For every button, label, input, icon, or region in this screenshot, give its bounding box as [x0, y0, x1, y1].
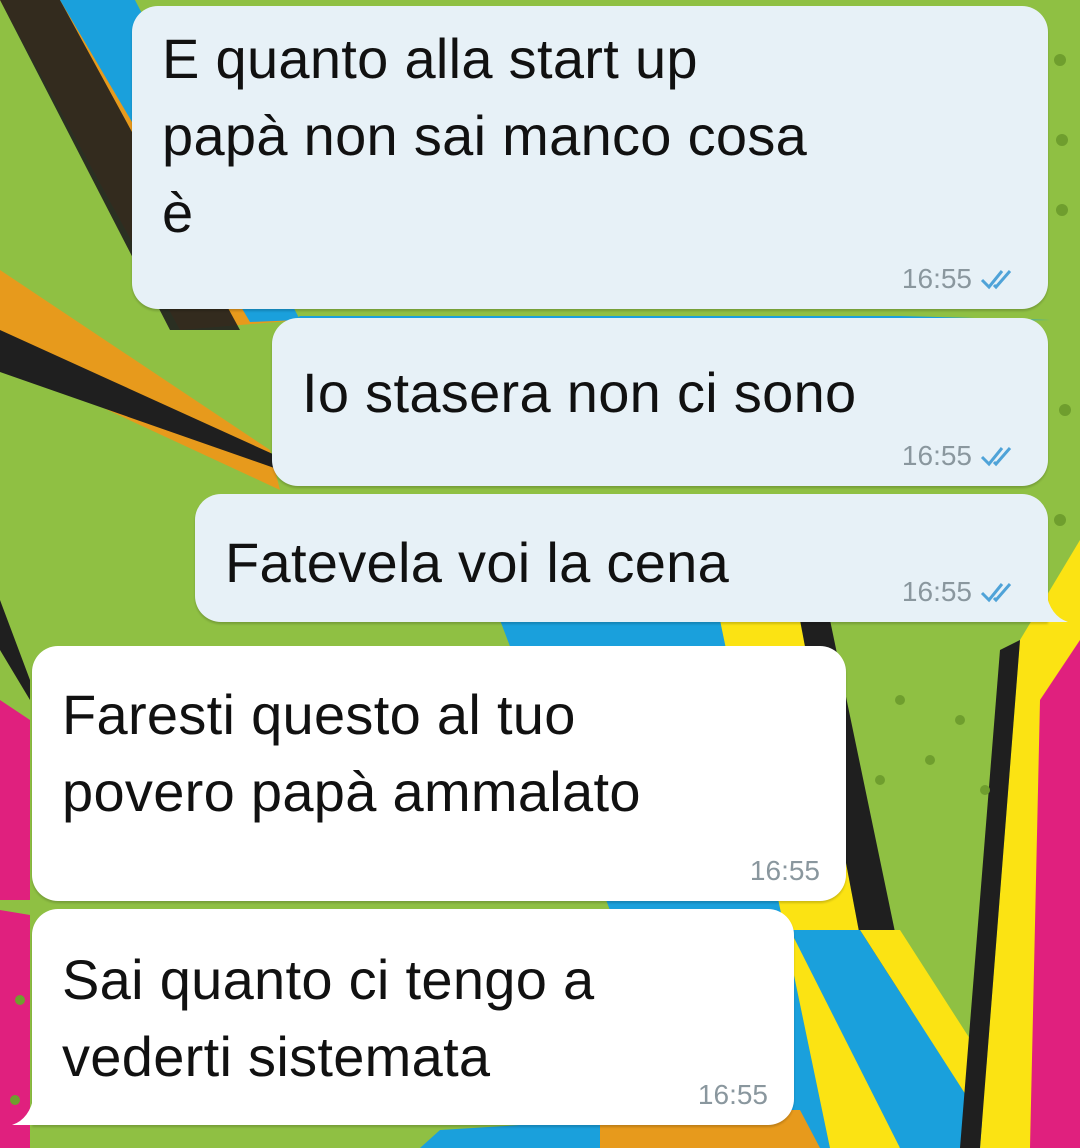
message-bubble-outgoing[interactable]: Io stasera non ci sono 16:55 — [272, 318, 1048, 486]
message-meta: 16:55 — [698, 1079, 768, 1111]
message-meta: 16:55 — [902, 263, 1022, 295]
bubble-tail — [1046, 592, 1068, 622]
message-time: 16:55 — [901, 440, 972, 471]
bubble-tail — [12, 1095, 34, 1125]
message-bubble-incoming[interactable]: Sai quanto ci tengo a vederti sistemata … — [32, 909, 794, 1125]
message-bubble-incoming[interactable]: Faresti questo al tuo povero papà ammala… — [32, 646, 846, 901]
message-meta: 16:55 — [750, 855, 820, 887]
double-check-read-icon — [980, 270, 1012, 290]
double-check-read-icon — [980, 447, 1012, 467]
message-bubble-outgoing[interactable]: E quanto alla start up papà non sai manc… — [132, 6, 1048, 309]
message-text: Faresti questo al tuo povero papà ammala… — [62, 683, 641, 823]
message-text: Io stasera non ci sono — [302, 361, 857, 424]
message-time: 16:55 — [697, 1079, 768, 1110]
message-meta: 16:55 — [902, 440, 1022, 472]
double-check-read-icon — [980, 583, 1012, 603]
message-time: 16:55 — [901, 576, 972, 607]
message-time: 16:55 — [901, 263, 972, 294]
message-meta: 16:55 — [902, 576, 1022, 608]
message-text: Sai quanto ci tengo a vederti sistemata — [62, 948, 595, 1088]
message-text: E quanto alla start up papà non sai manc… — [162, 27, 808, 244]
message-bubble-outgoing[interactable]: Fatevela voi la cena 16:55 — [195, 494, 1048, 622]
message-time: 16:55 — [749, 855, 820, 886]
message-text: Fatevela voi la cena — [225, 531, 730, 594]
